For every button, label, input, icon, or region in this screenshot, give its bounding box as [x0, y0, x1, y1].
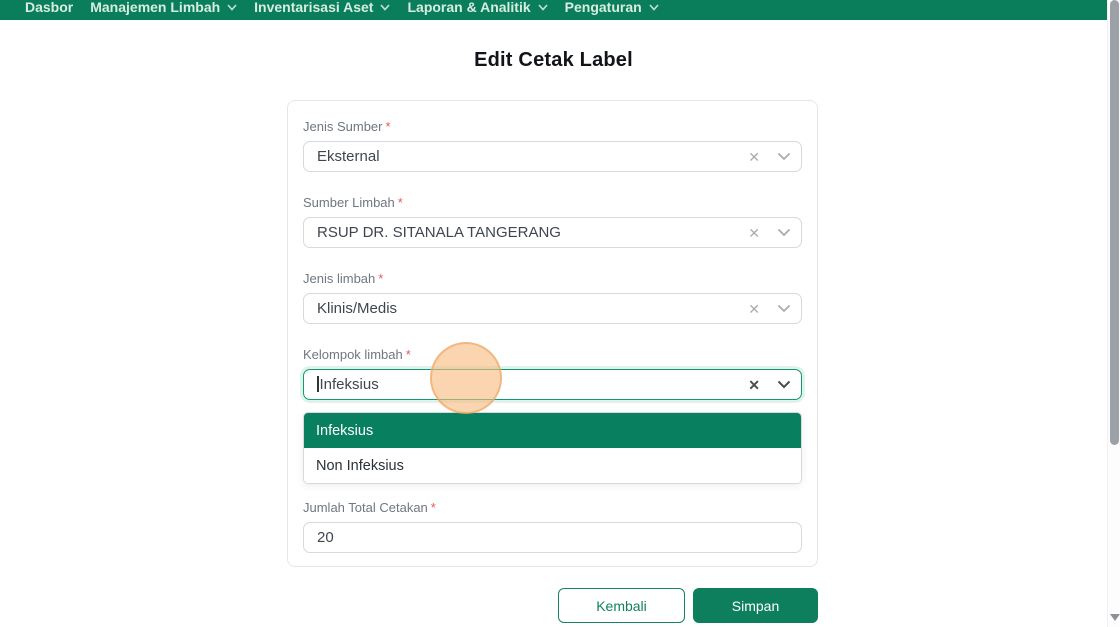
dropdown-option-infeksius[interactable]: Infeksius: [304, 413, 801, 448]
select-value: Infeksius: [317, 376, 748, 393]
clear-icon[interactable]: ✕: [748, 226, 760, 240]
scrollbar-thumb[interactable]: [1110, 0, 1119, 445]
chevron-down-icon[interactable]: [777, 304, 791, 313]
kelompok-limbah-select[interactable]: Infeksius ✕: [303, 369, 802, 400]
sumber-limbah-select[interactable]: RSUP DR. SITANALA TANGERANG ✕: [303, 217, 802, 248]
chevron-down-icon[interactable]: [777, 152, 791, 161]
clear-icon[interactable]: ✕: [748, 302, 760, 316]
chevron-down-icon: [538, 3, 548, 11]
nav-item-laporan-analitik[interactable]: Laporan & Analitik: [407, 0, 548, 15]
nav-item-label: Laporan & Analitik: [407, 0, 531, 15]
field-jumlah-total-cetakan: Jumlah Total Cetakan * 20: [303, 500, 802, 553]
edit-cetak-label-form-card: Jenis Sumber * Eksternal ✕ Sumber Limbah *…: [287, 100, 818, 567]
required-marker: *: [378, 271, 384, 286]
scrollbar[interactable]: [1107, 0, 1120, 627]
chevron-down-icon[interactable]: [777, 380, 791, 389]
chevron-down-icon[interactable]: [777, 228, 791, 237]
field-jenis-limbah: Jenis limbah * Klinis/Medis ✕: [303, 271, 802, 324]
field-label: Jumlah Total Cetakan *: [303, 500, 436, 515]
chevron-down-icon: [227, 3, 237, 11]
nav-item-inventarisasi-aset[interactable]: Inventarisasi Aset: [254, 0, 391, 15]
text-caret: [317, 376, 319, 392]
required-marker: *: [430, 500, 436, 515]
top-navigation: Dasbor Manajemen Limbah Inventarisasi As…: [0, 0, 1107, 20]
required-marker: *: [405, 347, 411, 362]
nav-item-label: Pengaturan: [564, 0, 642, 15]
kembali-button[interactable]: Kembali: [558, 588, 685, 623]
field-label: Kelompok limbah *: [303, 347, 411, 362]
form-actions: Kembali Simpan: [287, 588, 818, 623]
dropdown-option-non-infeksius[interactable]: Non Infeksius: [304, 448, 801, 483]
nav-item-dasbor[interactable]: Dasbor: [25, 0, 73, 15]
nav-item-label: Dasbor: [25, 0, 74, 15]
nav-item-pengaturan[interactable]: Pengaturan: [565, 0, 659, 15]
scroll-down-arrow-icon[interactable]: [1110, 614, 1120, 621]
kelompok-limbah-dropdown: Infeksius Non Infeksius: [303, 412, 802, 484]
field-label: Sumber Limbah *: [303, 195, 403, 210]
select-value: Eksternal: [317, 148, 380, 165]
nav-item-label: Manajemen Limbah: [90, 0, 221, 15]
field-label: Jenis limbah *: [303, 271, 384, 286]
jenis-sumber-select[interactable]: Eksternal ✕: [303, 141, 802, 172]
page-title: Edit Cetak Label: [474, 49, 633, 71]
chevron-down-icon: [649, 3, 659, 11]
select-value: Klinis/Medis: [317, 300, 398, 317]
jenis-limbah-select[interactable]: Klinis/Medis ✕: [303, 293, 802, 324]
clear-icon[interactable]: ✕: [748, 378, 760, 392]
jumlah-total-cetakan-input[interactable]: 20: [303, 522, 802, 553]
required-marker: *: [385, 119, 391, 134]
input-value: 20: [317, 529, 334, 546]
field-jenis-sumber: Jenis Sumber * Eksternal ✕: [303, 119, 802, 172]
field-kelompok-limbah: Kelompok limbah * Infeksius ✕ Infeksius N…: [303, 347, 802, 484]
select-value: RSUP DR. SITANALA TANGERANG: [317, 224, 561, 241]
clear-icon[interactable]: ✕: [748, 150, 760, 164]
page: Dasbor Manajemen Limbah Inventarisasi As…: [0, 0, 1120, 627]
field-sumber-limbah: Sumber Limbah * RSUP DR. SITANALA TANGERA…: [303, 195, 802, 248]
simpan-button[interactable]: Simpan: [693, 588, 818, 623]
chevron-down-icon: [380, 3, 391, 11]
nav-item-label: Inventarisasi Aset: [254, 0, 374, 15]
field-label: Jenis Sumber *: [303, 119, 391, 134]
nav-item-manajemen-limbah[interactable]: Manajemen Limbah: [90, 0, 237, 15]
required-marker: *: [397, 195, 403, 210]
